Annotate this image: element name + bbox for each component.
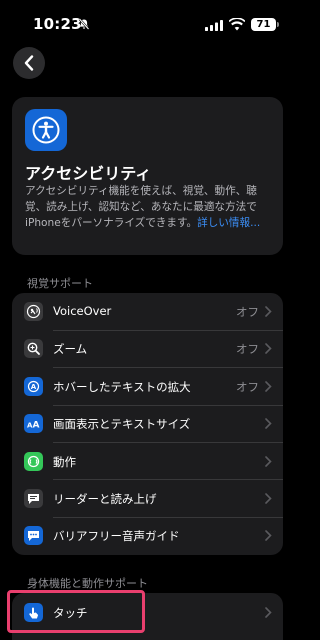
display-text-size-label: 画面表示とテキストサイズ <box>53 417 191 432</box>
voiceover-value: オフ <box>236 305 259 319</box>
zoom-value: オフ <box>236 342 259 357</box>
voiceover-label: VoiceOver <box>53 304 112 318</box>
battery-indicator: 71 <box>251 18 276 31</box>
chevron-right-icon <box>265 607 272 618</box>
back-button[interactable] <box>13 47 45 79</box>
chevron-right-icon <box>265 493 272 504</box>
voiceover-icon <box>24 302 43 321</box>
zoom-label: ズーム <box>53 342 88 357</box>
accessibility-screen: 10:23 71 アクセシビリティ アクセシビリティ機能を使えば、視覚、動作、聴… <box>0 0 295 640</box>
hover-text-value: オフ <box>236 379 259 394</box>
svg-text:A: A <box>31 383 37 391</box>
cellular-signal-icon <box>205 20 223 31</box>
page-title: アクセシビリティ <box>25 164 152 183</box>
accessibility-icon <box>32 116 60 144</box>
list-item-display-text-size[interactable]: AA 画面表示とテキストサイズ <box>12 405 283 443</box>
chevron-right-icon <box>265 530 272 542</box>
chevron-left-icon <box>24 55 34 71</box>
battery-tip <box>277 22 279 27</box>
learn-more-link[interactable]: 詳しい情報... <box>197 217 260 229</box>
hover-text-label: ホバーしたテキストの拡大 <box>53 379 191 394</box>
list-item-voiceover[interactable]: VoiceOver オフ <box>12 293 283 331</box>
touch-highlight-box <box>7 590 145 633</box>
chevron-right-icon <box>265 306 272 317</box>
spoken-content-icon <box>24 488 43 508</box>
zoom-icon <box>24 339 43 359</box>
text-size-icon: AA <box>24 414 43 434</box>
chevron-right-icon <box>265 343 272 355</box>
section-title-physical: 身体機能と動作サポート <box>27 577 148 590</box>
audio-description-icon <box>24 526 43 546</box>
section-title-vision: 視覚サポート <box>27 277 93 290</box>
accessibility-app-icon-tile <box>25 109 67 151</box>
list-item-audio-description[interactable]: バリアフリー音声ガイド <box>12 517 283 554</box>
wifi-icon <box>229 18 245 31</box>
motion-label: 動作 <box>53 454 76 469</box>
status-time: 10:23 <box>33 15 82 33</box>
chevron-right-icon <box>265 455 272 467</box>
chevron-right-icon <box>265 418 272 429</box>
hover-text-icon: A <box>24 376 43 396</box>
page-description: アクセシビリティ機能を使えば、視覚、動作、聴覚、読み上げ、認知など、あなたに最適… <box>25 183 277 231</box>
motion-icon <box>24 451 43 471</box>
chevron-right-icon <box>265 380 272 392</box>
svg-text:A: A <box>33 421 40 431</box>
bell-slash-icon <box>78 18 90 30</box>
accessibility-header-card: アクセシビリティ アクセシビリティ機能を使えば、視覚、動作、聴覚、読み上げ、認知… <box>12 97 283 255</box>
audio-description-label: バリアフリー音声ガイド <box>53 529 180 544</box>
vision-settings-group: VoiceOver オフ ズーム オフ A ホバーしたテキストの拡大 オフ A … <box>12 293 283 555</box>
status-bar: 10:23 71 <box>0 0 295 40</box>
spoken-content-label: リーダーと読み上げ <box>53 491 157 506</box>
list-item-hover-text[interactable]: A ホバーしたテキストの拡大 オフ <box>12 368 283 406</box>
list-item-motion[interactable]: 動作 <box>12 443 283 480</box>
list-item-spoken-content[interactable]: リーダーと読み上げ <box>12 480 283 518</box>
list-item-zoom[interactable]: ズーム オフ <box>12 330 283 368</box>
